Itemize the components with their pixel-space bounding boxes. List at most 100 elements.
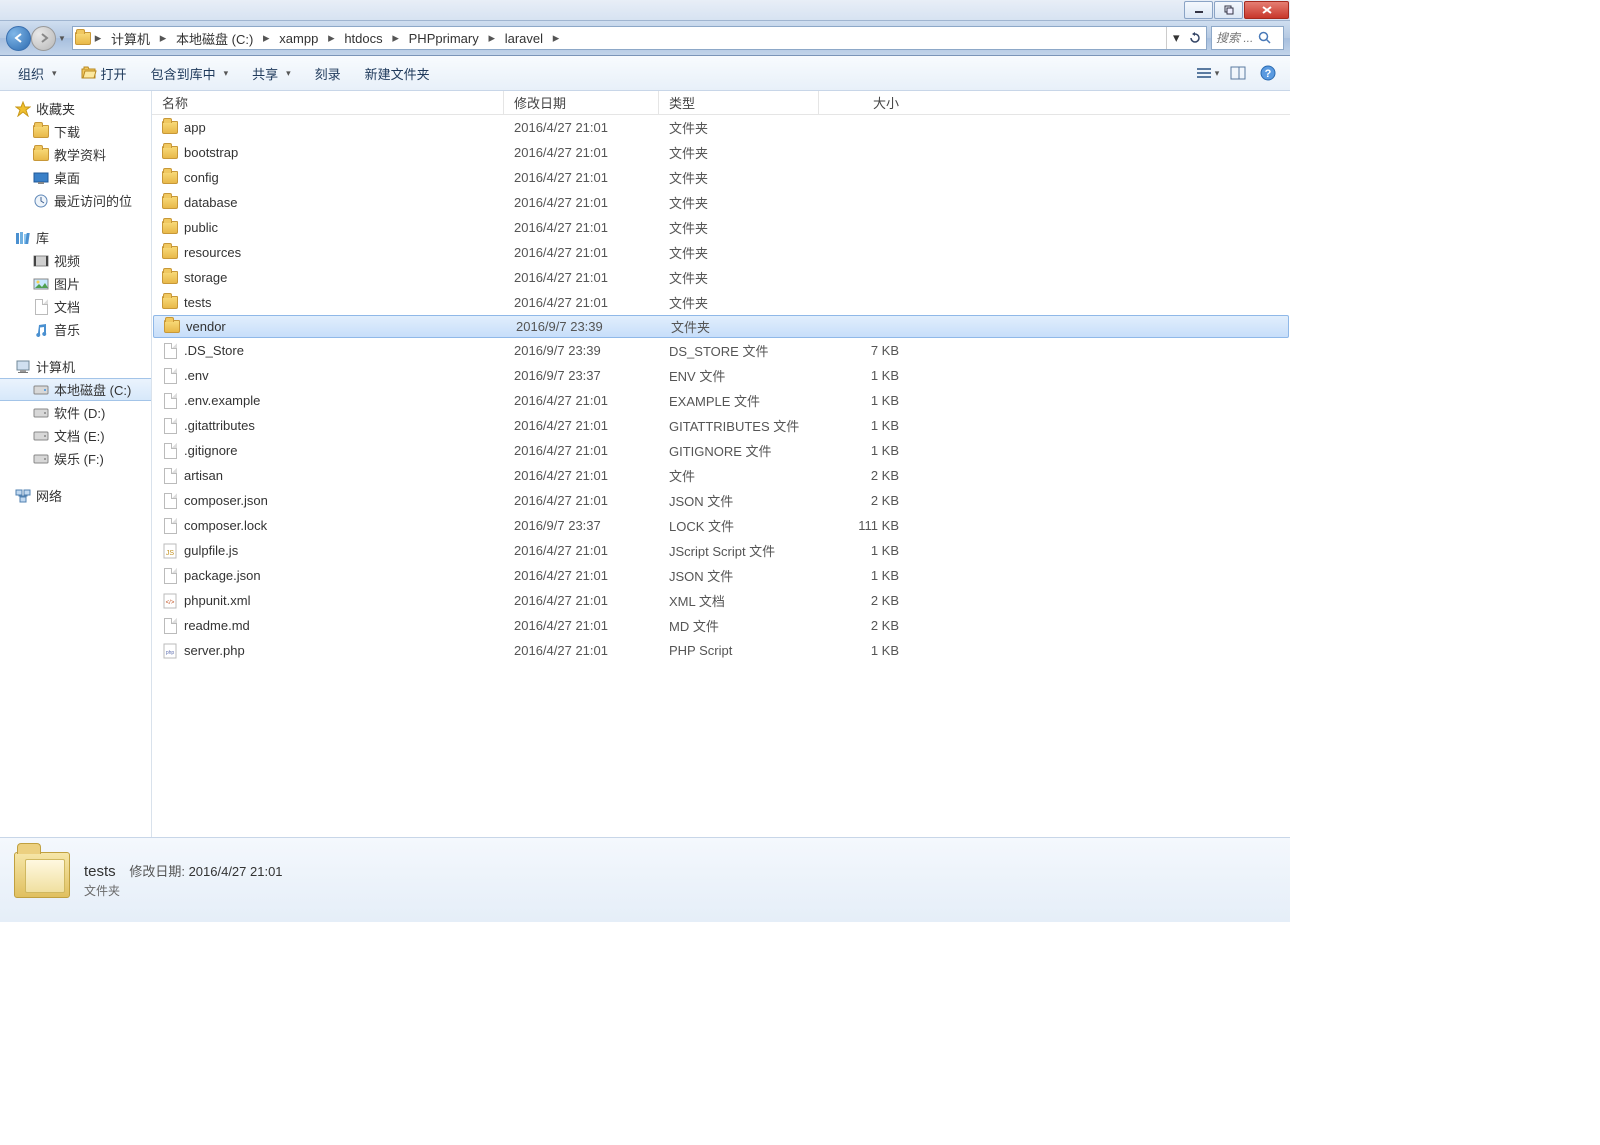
chevron-right-icon[interactable]: ▸ (324, 27, 338, 49)
favorites-header[interactable]: 收藏夹 (0, 97, 151, 120)
file-row[interactable]: tests2016/4/27 21:01文件夹 (152, 290, 1290, 315)
sidebar-item-drive-c[interactable]: 本地磁盘 (C:) (0, 378, 151, 401)
sidebar-item-drive-d[interactable]: 软件 (D:) (0, 401, 151, 424)
breadcrumb-segment[interactable]: 计算机 (105, 27, 156, 49)
file-row[interactable]: config2016/4/27 21:01文件夹 (152, 165, 1290, 190)
file-icon (162, 518, 178, 534)
maximize-button[interactable] (1214, 1, 1243, 19)
sidebar-item-teaching[interactable]: 教学资料 (0, 143, 151, 166)
sidebar-item-documents[interactable]: 文档 (0, 295, 151, 318)
file-date: 2016/4/27 21:01 (504, 468, 659, 483)
details-date-value: 2016/4/27 21:01 (189, 864, 283, 879)
file-row[interactable]: package.json2016/4/27 21:01JSON 文件1 KB (152, 563, 1290, 588)
chevron-right-icon[interactable]: ▸ (549, 27, 563, 49)
file-row[interactable]: storage2016/4/27 21:01文件夹 (152, 265, 1290, 290)
file-row[interactable]: .env.example2016/4/27 21:01EXAMPLE 文件1 K… (152, 388, 1290, 413)
refresh-button[interactable] (1186, 27, 1205, 49)
column-date[interactable]: 修改日期 (504, 91, 659, 114)
search-input[interactable] (1216, 31, 1258, 45)
breadcrumb-segment[interactable]: 本地磁盘 (C:) (170, 27, 259, 49)
file-row[interactable]: readme.md2016/4/27 21:01MD 文件2 KB (152, 613, 1290, 638)
file-row[interactable]: app2016/4/27 21:01文件夹 (152, 115, 1290, 140)
file-row[interactable]: .gitignore2016/4/27 21:01GITIGNORE 文件1 K… (152, 438, 1290, 463)
file-row[interactable]: public2016/4/27 21:01文件夹 (152, 215, 1290, 240)
breadcrumb-segment[interactable]: htdocs (338, 27, 388, 49)
computer-header[interactable]: 计算机 (0, 355, 151, 378)
libraries-header[interactable]: 库 (0, 226, 151, 249)
file-date: 2016/4/27 21:01 (504, 170, 659, 185)
file-name: .gitignore (184, 443, 237, 458)
history-dropdown[interactable]: ▼ (56, 26, 68, 51)
new-folder-button[interactable]: 新建文件夹 (357, 61, 438, 86)
file-row[interactable]: </>phpunit.xml2016/4/27 21:01XML 文档2 KB (152, 588, 1290, 613)
path-dropdown-button[interactable]: ▾ (1167, 27, 1186, 49)
breadcrumb-segment[interactable]: laravel (499, 27, 549, 49)
sidebar-item-downloads[interactable]: 下载 (0, 120, 151, 143)
library-icon (15, 230, 31, 246)
minimize-button[interactable] (1184, 1, 1213, 19)
network-group: 网络 (0, 484, 151, 507)
column-type[interactable]: 类型 (659, 91, 819, 114)
sidebar-item-recent[interactable]: 最近访问的位 (0, 189, 151, 212)
svg-text:php: php (166, 650, 175, 656)
sidebar-item-pictures[interactable]: 图片 (0, 272, 151, 295)
open-button[interactable]: 打开 (73, 61, 135, 86)
close-button[interactable] (1244, 1, 1289, 19)
forward-button[interactable] (31, 26, 56, 51)
file-type: 文件夹 (659, 268, 819, 287)
file-name: .env.example (184, 393, 260, 408)
file-name: .gitattributes (184, 418, 255, 433)
sidebar-item-drive-e[interactable]: 文档 (E:) (0, 424, 151, 447)
file-name: vendor (186, 319, 226, 334)
file-row[interactable]: bootstrap2016/4/27 21:01文件夹 (152, 140, 1290, 165)
preview-pane-button[interactable] (1226, 61, 1250, 85)
open-icon (81, 65, 97, 82)
file-icon (162, 343, 178, 359)
file-size: 1 KB (819, 568, 919, 583)
search-box[interactable] (1211, 26, 1284, 50)
burn-button[interactable]: 刻录 (307, 61, 349, 86)
file-date: 2016/9/7 23:39 (506, 319, 661, 334)
file-row[interactable]: .DS_Store2016/9/7 23:39DS_STORE 文件7 KB (152, 338, 1290, 363)
file-row[interactable]: database2016/4/27 21:01文件夹 (152, 190, 1290, 215)
file-name: gulpfile.js (184, 543, 238, 558)
file-date: 2016/4/27 21:01 (504, 418, 659, 433)
favorites-group: 收藏夹 下载 教学资料 桌面 最近访问的位 (0, 97, 151, 212)
file-name: composer.json (184, 493, 268, 508)
organize-button[interactable]: 组织 (10, 61, 65, 86)
file-row[interactable]: composer.lock2016/9/7 23:37LOCK 文件111 KB (152, 513, 1290, 538)
back-button[interactable] (6, 26, 31, 51)
sidebar-item-desktop[interactable]: 桌面 (0, 166, 151, 189)
file-row[interactable]: phpserver.php2016/4/27 21:01PHP Script1 … (152, 638, 1290, 663)
sidebar-item-videos[interactable]: 视频 (0, 249, 151, 272)
sidebar-item-music[interactable]: 音乐 (0, 318, 151, 341)
chevron-right-icon[interactable]: ▸ (259, 27, 273, 49)
help-button[interactable]: ? (1256, 61, 1280, 85)
view-mode-button[interactable] (1196, 61, 1220, 85)
file-row[interactable]: composer.json2016/4/27 21:01JSON 文件2 KB (152, 488, 1290, 513)
file-row[interactable]: .gitattributes2016/4/27 21:01GITATTRIBUT… (152, 413, 1290, 438)
file-type: GITIGNORE 文件 (659, 441, 819, 460)
file-icon (162, 493, 178, 509)
toolbar: 组织 打开 包含到库中 共享 刻录 新建文件夹 ? (0, 56, 1290, 91)
column-name[interactable]: 名称 (152, 91, 504, 114)
chevron-right-icon[interactable]: ▸ (156, 27, 170, 49)
chevron-right-icon[interactable]: ▸ (485, 27, 499, 49)
file-row[interactable]: artisan2016/4/27 21:01文件2 KB (152, 463, 1290, 488)
file-row[interactable]: JSgulpfile.js2016/4/27 21:01JScript Scri… (152, 538, 1290, 563)
chevron-right-icon[interactable]: ▸ (389, 27, 403, 49)
share-button[interactable]: 共享 (244, 61, 299, 86)
chevron-right-icon[interactable]: ▸ (91, 27, 105, 49)
column-size[interactable]: 大小 (819, 91, 919, 114)
drive-icon (33, 382, 49, 398)
breadcrumb-segment[interactable]: xampp (273, 27, 324, 49)
network-header[interactable]: 网络 (0, 484, 151, 507)
file-row[interactable]: vendor2016/9/7 23:39文件夹 (153, 315, 1289, 338)
breadcrumb-segment[interactable]: PHPprimary (403, 27, 485, 49)
file-row[interactable]: resources2016/4/27 21:01文件夹 (152, 240, 1290, 265)
breadcrumb[interactable]: ▸ 计算机 ▸ 本地磁盘 (C:) ▸ xampp ▸ htdocs ▸ PHP… (72, 26, 1207, 50)
file-type: XML 文档 (659, 591, 819, 610)
include-library-button[interactable]: 包含到库中 (143, 61, 237, 86)
file-row[interactable]: .env2016/9/7 23:37ENV 文件1 KB (152, 363, 1290, 388)
sidebar-item-drive-f[interactable]: 娱乐 (F:) (0, 447, 151, 470)
